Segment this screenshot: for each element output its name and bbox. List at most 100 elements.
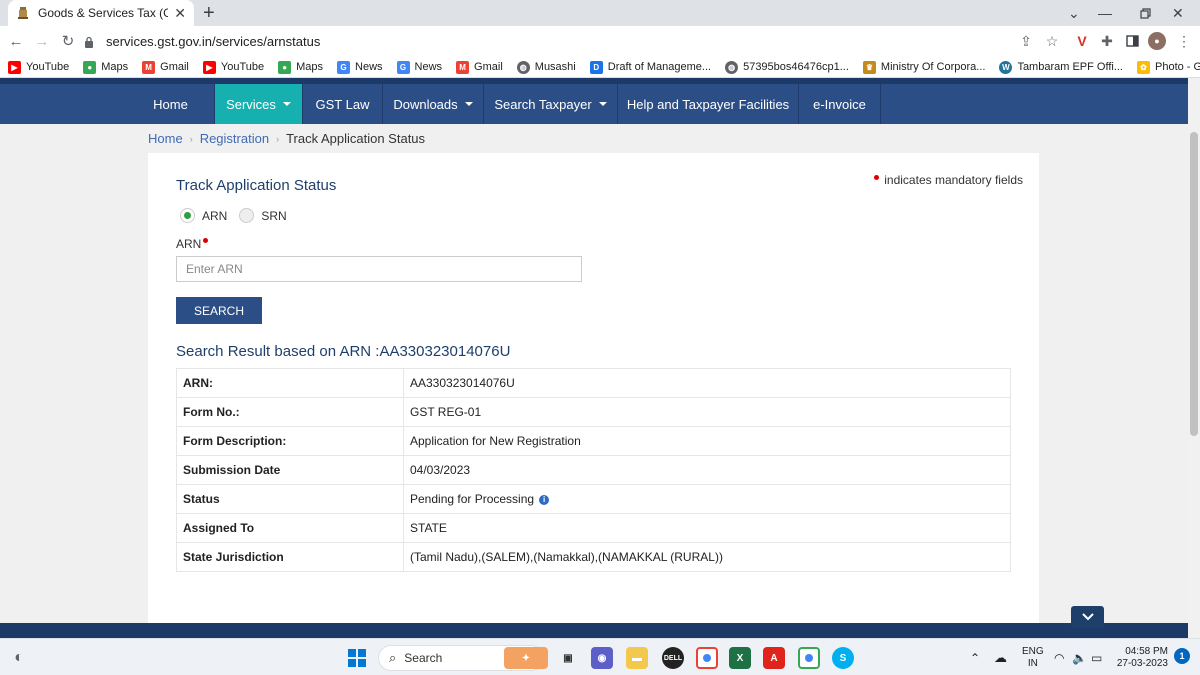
windows-start-icon[interactable] bbox=[346, 647, 368, 669]
battery-icon[interactable]: ▭ bbox=[1091, 639, 1102, 675]
profile-avatar[interactable]: ● bbox=[1148, 32, 1166, 50]
chrome-icon[interactable] bbox=[696, 647, 718, 669]
forward-icon[interactable]: → bbox=[32, 31, 52, 51]
browser-toolbar: ← → ↻ services.gst.gov.in/services/arnst… bbox=[0, 26, 1200, 57]
nav-label: GST Law bbox=[315, 96, 370, 112]
bookmark-label: News bbox=[355, 61, 383, 73]
wifi-icon[interactable]: ◠ bbox=[1054, 639, 1064, 675]
side-panel-icon[interactable] bbox=[1123, 32, 1141, 50]
taskbar-search-label: Search bbox=[404, 651, 443, 665]
row-key: Form No.: bbox=[176, 397, 404, 427]
youtube-icon: ▶ bbox=[8, 60, 21, 74]
search-button[interactable]: SEARCH bbox=[176, 297, 262, 324]
file-explorer-icon[interactable]: ▬ bbox=[626, 647, 648, 669]
chrome-profile-icon[interactable] bbox=[798, 647, 820, 669]
nav-downloads[interactable]: Downloads bbox=[383, 84, 484, 124]
minimize-icon[interactable]: — bbox=[1098, 0, 1112, 26]
share-icon[interactable]: ⇪ bbox=[1017, 32, 1035, 50]
nav-help[interactable]: Help and Taxpayer Facilities bbox=[618, 84, 799, 124]
radio-unselected-icon[interactable] bbox=[239, 208, 255, 223]
chevron-down-icon bbox=[282, 102, 291, 106]
bookmark-item[interactable]: G News bbox=[337, 60, 383, 74]
bookmark-item[interactable]: W Tambaram EPF Offi... bbox=[999, 60, 1123, 74]
extensions-puzzle-icon[interactable]: ✚ bbox=[1098, 32, 1116, 50]
close-window-icon[interactable]: ✕ bbox=[1172, 0, 1184, 26]
bookmark-label: Gmail bbox=[160, 61, 189, 73]
bookmark-label: Photo - Google Ph... bbox=[1155, 61, 1200, 73]
scrollbar-thumb[interactable] bbox=[1190, 132, 1198, 436]
close-tab-icon[interactable]: ✕ bbox=[174, 5, 186, 22]
dell-icon[interactable]: DELL bbox=[662, 647, 684, 669]
wordpress-icon: W bbox=[999, 60, 1013, 74]
breadcrumb-current: Track Application Status bbox=[286, 131, 426, 146]
bookmark-item[interactable]: ♛ Ministry Of Corpora... bbox=[862, 60, 985, 74]
breadcrumb-home[interactable]: Home bbox=[148, 131, 183, 146]
skype-icon[interactable]: S bbox=[832, 647, 854, 669]
reload-icon[interactable]: ↻ bbox=[58, 31, 78, 51]
bookmark-item[interactable]: ▶ YouTube bbox=[8, 60, 69, 74]
task-view-icon[interactable]: ▣ bbox=[557, 647, 579, 669]
scroll-down-button[interactable] bbox=[1071, 606, 1104, 628]
volume-icon[interactable]: 🔈 bbox=[1072, 639, 1087, 675]
row-value: AA330323014076U bbox=[403, 368, 1011, 398]
tray-chevron-up-icon[interactable]: ⌃ bbox=[970, 639, 980, 675]
radio-arn[interactable]: ARN bbox=[180, 208, 227, 223]
radio-selected-icon[interactable] bbox=[180, 208, 195, 223]
nav-home[interactable]: Home bbox=[127, 84, 215, 124]
new-tab-icon[interactable]: + bbox=[203, 3, 215, 23]
notification-badge[interactable]: 1 bbox=[1174, 648, 1190, 664]
teams-chat-icon[interactable]: ◉ bbox=[591, 647, 613, 669]
nav-label: Help and Taxpayer Facilities bbox=[626, 96, 790, 112]
bookmark-item[interactable]: ◍ Musashi bbox=[516, 60, 576, 74]
breadcrumb-registration[interactable]: Registration bbox=[200, 131, 269, 146]
bookmark-item[interactable]: ● Maps bbox=[83, 60, 128, 74]
acrobat-icon[interactable]: A bbox=[763, 647, 785, 669]
clock[interactable]: 04:58 PM 27-03-2023 bbox=[1112, 639, 1168, 675]
extension-v-icon[interactable]: V bbox=[1073, 32, 1091, 50]
arn-input[interactable] bbox=[176, 256, 582, 282]
bookmark-star-icon[interactable]: ☆ bbox=[1043, 32, 1061, 50]
search-highlight-icon[interactable]: ✦ bbox=[504, 647, 548, 669]
nav-search-taxpayer[interactable]: Search Taxpayer bbox=[484, 84, 618, 124]
nav-label: Services bbox=[226, 96, 276, 112]
lock-icon[interactable] bbox=[84, 36, 98, 48]
bookmark-item[interactable]: ◍ 57395bos46476cp1... bbox=[725, 60, 849, 74]
bookmark-item[interactable]: G News bbox=[396, 60, 442, 74]
nav-gst-law[interactable]: GST Law bbox=[303, 84, 383, 124]
news-icon: G bbox=[396, 60, 410, 74]
bookmark-item[interactable]: M Gmail bbox=[142, 60, 189, 74]
weather-icon[interactable]: ◐ bbox=[8, 647, 30, 669]
table-row: Form No.: GST REG-01 bbox=[176, 397, 1011, 427]
radio-arn-label: ARN bbox=[202, 208, 228, 223]
nav-e-invoice[interactable]: e-Invoice bbox=[799, 84, 881, 124]
emblem-icon: ♛ bbox=[862, 60, 876, 74]
search-icon: ⌕ bbox=[389, 650, 397, 665]
maximize-icon[interactable] bbox=[1140, 0, 1151, 26]
browser-tab[interactable]: Goods & Services Tax (GST) | Trac ✕ bbox=[8, 0, 194, 26]
language-indicator[interactable]: ENG IN bbox=[1022, 639, 1044, 675]
bookmark-label: Maps bbox=[296, 61, 324, 73]
nav-label: e-Invoice bbox=[813, 96, 866, 112]
bookmark-item[interactable]: D Draft of Manageme... bbox=[589, 60, 711, 74]
row-value: STATE bbox=[403, 513, 1011, 543]
browser-menu-icon[interactable]: ⋮ bbox=[1175, 32, 1193, 50]
info-icon[interactable]: i bbox=[539, 494, 550, 505]
page-scrollbar[interactable] bbox=[1188, 78, 1200, 638]
table-row: ARN: AA330323014076U bbox=[176, 368, 1011, 398]
onedrive-icon[interactable]: ☁ bbox=[994, 639, 1007, 675]
lang-bottom: IN bbox=[1027, 657, 1038, 669]
bookmark-item[interactable]: ✿ Photo - Google Ph... bbox=[1137, 60, 1200, 74]
nav-services[interactable]: Services bbox=[215, 84, 303, 124]
back-icon[interactable]: ← bbox=[6, 31, 26, 51]
address-bar[interactable]: services.gst.gov.in/services/arnstatus bbox=[84, 30, 1064, 53]
bookmark-item[interactable]: M Gmail bbox=[456, 60, 503, 74]
track-status-card: Track Application Status indicates manda… bbox=[148, 153, 1039, 638]
bookmark-item[interactable]: ▶ YouTube bbox=[202, 60, 264, 74]
lang-top: ENG bbox=[1022, 645, 1044, 657]
arn-field-label: ARN bbox=[176, 237, 209, 251]
excel-icon[interactable]: X bbox=[729, 647, 751, 669]
radio-srn[interactable]: SRN bbox=[239, 208, 287, 223]
bookmark-item[interactable]: ● Maps bbox=[278, 60, 324, 74]
page-title: Track Application Status bbox=[176, 177, 337, 194]
tab-search-chevron-icon[interactable]: ⌄ bbox=[1068, 0, 1080, 26]
